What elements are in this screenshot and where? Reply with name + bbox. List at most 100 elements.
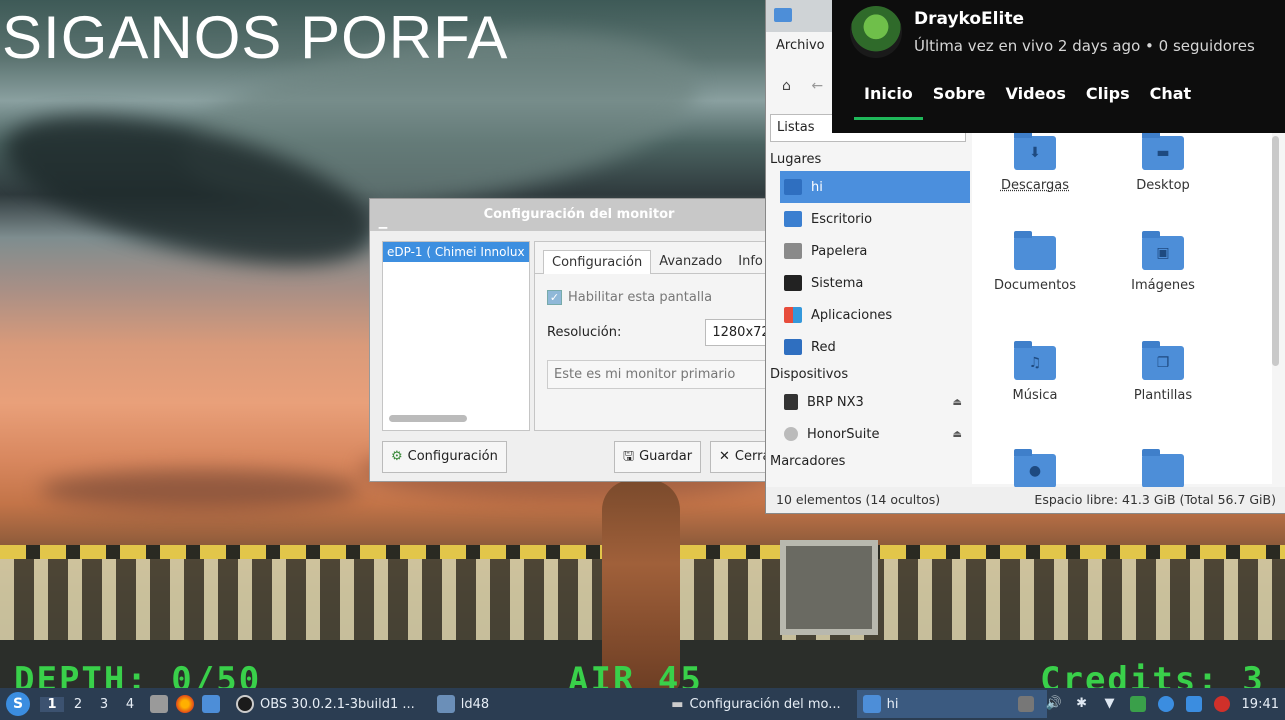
menu-archivo[interactable]: Archivo xyxy=(776,38,825,53)
folder-item[interactable]: ⬇ Descargas xyxy=(980,131,1090,193)
apps-icon xyxy=(784,307,802,323)
gear-icon: ⚙ xyxy=(391,449,403,464)
channel-name[interactable]: DraykoElite xyxy=(914,9,1024,29)
drive-icon[interactable]: ⌂ xyxy=(782,78,791,94)
folder-item[interactable]: ▬ Desktop xyxy=(1108,131,1218,193)
tab-inicio[interactable]: Inicio xyxy=(854,84,923,120)
start-menu-icon[interactable]: S xyxy=(6,692,30,716)
desktop-icon xyxy=(784,211,802,227)
sidebar-item-label: HonorSuite xyxy=(807,426,880,442)
task-ld48[interactable]: ld48 xyxy=(431,690,495,718)
update-icon[interactable] xyxy=(1157,696,1174,712)
sidebar-item-sistema[interactable]: Sistema xyxy=(766,267,970,299)
sidebar-item-escritorio[interactable]: Escritorio xyxy=(766,203,970,235)
workspace-1[interactable]: 1 xyxy=(40,696,64,712)
dialog-titlebar[interactable]: ▁ Configuración del monitor xyxy=(370,199,788,231)
folder-icon xyxy=(774,8,792,22)
sidebar-item-label: BRP NX3 xyxy=(807,394,864,410)
taskbar: S 1 2 3 4 OBS 30.0.2.1-3build1 ... ld48 … xyxy=(0,688,1285,720)
file-grid: ⬇ Descargas ▬ Desktop Documentos ▣ Imáge… xyxy=(972,131,1272,488)
enable-display-label: Habilitar esta pantalla xyxy=(568,290,713,305)
tab-clips[interactable]: Clips xyxy=(1076,84,1140,120)
configuration-button-label: Configuración xyxy=(407,449,498,464)
task-label: ld48 xyxy=(460,696,490,712)
sidebar-item-home[interactable]: hi xyxy=(780,171,970,203)
sidebar-item-label: Escritorio xyxy=(811,211,873,227)
task-monitor-config[interactable]: ▬ Configuración del mo... xyxy=(665,690,846,718)
folder-label: Documentos xyxy=(993,278,1077,293)
tab-avanzado[interactable]: Avanzado xyxy=(651,250,730,274)
sidebar-item-label: Sistema xyxy=(811,275,864,291)
tab-content: ✓ Habilitar esta pantalla Resolución: 12… xyxy=(535,274,788,403)
pictures-folder-icon: ▣ xyxy=(1142,231,1184,270)
sidebar: Lugares hi Escritorio Papelera Sistema A… xyxy=(766,148,970,488)
folder-label: Imágenes xyxy=(1131,278,1195,293)
enable-display-row[interactable]: ✓ Habilitar esta pantalla xyxy=(547,290,781,305)
task-obs[interactable]: OBS 30.0.2.1-3build1 ... xyxy=(230,690,421,718)
clock[interactable]: 19:41 xyxy=(1242,697,1279,712)
folder-launcher-icon[interactable] xyxy=(202,695,220,713)
primary-monitor-toggle[interactable]: Este es mi monitor primario xyxy=(547,360,788,389)
checkbox-checked-icon[interactable]: ✓ xyxy=(547,290,562,305)
folder-icon xyxy=(1142,449,1184,488)
tab-chat[interactable]: Chat xyxy=(1140,84,1202,120)
obs-tray-icon[interactable] xyxy=(1213,696,1230,712)
eject-icon[interactable]: ⏏ xyxy=(953,429,962,440)
back-arrow-icon[interactable]: ← xyxy=(811,78,823,94)
folder-item[interactable]: ❐ Plantillas xyxy=(1108,341,1218,403)
bluetooth-icon[interactable]: ✱ xyxy=(1074,696,1090,712)
game-character xyxy=(602,480,680,690)
folder-item[interactable]: Documentos xyxy=(980,231,1090,293)
folder-label: Música xyxy=(1012,388,1058,403)
monitor-list-item[interactable]: eDP-1 ( Chimei Innolux ) xyxy=(383,242,529,262)
window-menu-icon[interactable]: ▁ xyxy=(376,207,390,239)
monitor-list[interactable]: eDP-1 ( Chimei Innolux ) xyxy=(382,241,530,431)
vertical-scrollbar[interactable] xyxy=(1272,136,1279,366)
system-icon xyxy=(784,275,802,291)
bookmarks-header: Marcadores xyxy=(770,454,846,469)
status-bar: 10 elementos (14 ocultos) Espacio libre:… xyxy=(766,487,1285,513)
sidebar-item-papelera[interactable]: Papelera xyxy=(766,235,970,267)
firefox-icon[interactable] xyxy=(176,695,194,713)
sidebar-item-honorsuite[interactable]: HonorSuite ⏏ xyxy=(766,418,970,450)
folder-label: Descargas xyxy=(1000,178,1069,193)
window-icon: ▬ xyxy=(671,696,684,712)
sidebar-item-brp-nx3[interactable]: BRP NX3 ⏏ xyxy=(766,386,970,418)
clipboard-icon[interactable] xyxy=(1017,696,1034,712)
sidebar-item-label: Red xyxy=(811,339,836,355)
workspace-2[interactable]: 2 xyxy=(66,697,90,712)
folder-item[interactable]: ♫ Música xyxy=(980,341,1090,403)
monitor-config-dialog: ▁ Configuración del monitor eDP-1 ( Chim… xyxy=(369,198,789,482)
close-icon: ✕ xyxy=(719,449,730,464)
workspace-4[interactable]: 4 xyxy=(118,697,142,712)
eject-icon[interactable]: ⏏ xyxy=(953,397,962,408)
free-space: Espacio libre: 41.3 GiB (Total 56.7 GiB) xyxy=(1034,492,1276,507)
download-folder-icon: ⬇ xyxy=(1014,131,1056,170)
sidebar-item-label: Papelera xyxy=(811,243,868,259)
folder-item[interactable]: ▣ Imágenes xyxy=(1108,231,1218,293)
avatar[interactable] xyxy=(850,6,902,58)
workspace-3[interactable]: 3 xyxy=(92,697,116,712)
tab-sobre[interactable]: Sobre xyxy=(923,84,996,120)
sidebar-item-aplicaciones[interactable]: Aplicaciones xyxy=(766,299,970,331)
cloud xyxy=(40,470,360,510)
save-button[interactable]: 🖫 Guardar xyxy=(614,441,702,473)
network-icon[interactable]: ▼ xyxy=(1102,696,1118,712)
folder-label: Plantillas xyxy=(1133,388,1193,403)
home-icon xyxy=(784,179,802,195)
sidebar-item-red[interactable]: Red xyxy=(766,331,970,363)
tab-bar: Configuración Avanzado Info xyxy=(535,242,788,274)
trash-icon xyxy=(784,243,802,259)
horizontal-scrollbar[interactable] xyxy=(389,415,467,422)
tab-videos[interactable]: Videos xyxy=(996,84,1076,120)
battery-icon[interactable] xyxy=(1129,696,1146,712)
folder-icon xyxy=(862,695,881,713)
documents-folder-icon xyxy=(1014,231,1056,270)
monitor-tabs: Configuración Avanzado Info ✓ Habilitar … xyxy=(534,241,788,431)
tab-configuracion[interactable]: Configuración xyxy=(543,250,652,274)
volume-icon[interactable]: 🔊 xyxy=(1046,696,1062,712)
task-label: OBS 30.0.2.1-3build1 ... xyxy=(260,696,415,712)
file-manager-launcher-icon[interactable] xyxy=(150,695,168,713)
configuration-button[interactable]: ⚙ Configuración xyxy=(382,441,507,473)
sync-icon[interactable] xyxy=(1185,696,1202,712)
